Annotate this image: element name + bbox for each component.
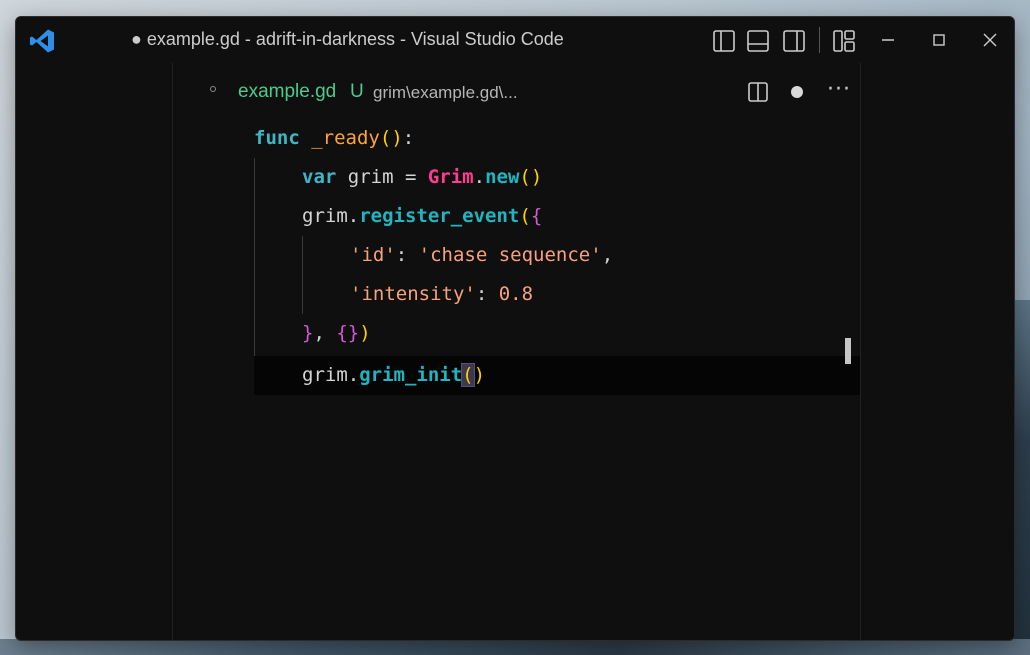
- editor-pane: example.gd U grim\example.gd\... ··· fun…: [172, 63, 860, 640]
- desktop-background-bottom: [0, 639, 1030, 655]
- code-line-2: var grim = Grim.new(): [302, 166, 543, 188]
- maximize-icon[interactable]: [925, 27, 953, 53]
- toggle-secondary-sidebar-icon[interactable]: [782, 29, 806, 53]
- minimize-icon[interactable]: [874, 27, 902, 53]
- minimap-divider: [860, 63, 861, 640]
- code-line-5: 'intensity': 0.8: [350, 283, 534, 305]
- dirty-dot-icon[interactable]: [791, 86, 803, 98]
- editor-tab[interactable]: example.gd U grim\example.gd\... ···: [172, 63, 860, 119]
- git-status-badge: U: [350, 81, 364, 102]
- code-line-6: }, {}): [302, 322, 371, 344]
- window-title: ● example.gd - adrift-in-darkness - Visu…: [131, 29, 564, 49]
- code-line-3: grim.register_event({: [302, 205, 543, 227]
- toggle-primary-sidebar-icon[interactable]: [712, 29, 736, 53]
- split-editor-icon[interactable]: [747, 81, 769, 103]
- code-line-4: 'id': 'chase sequence',: [350, 244, 614, 266]
- toggle-panel-icon[interactable]: [746, 29, 770, 53]
- customize-layout-icon[interactable]: [832, 29, 856, 53]
- tab-path: grim\example.gd\...: [373, 83, 518, 102]
- code-line-7: grim.grim_init(): [302, 363, 486, 387]
- close-icon[interactable]: [976, 27, 1004, 53]
- more-actions-icon[interactable]: ···: [827, 77, 851, 102]
- scrollbar-thumb[interactable]: [845, 338, 851, 364]
- indent-guide: [302, 236, 303, 314]
- unsaved-indicator-icon: [210, 86, 216, 92]
- vscode-window: ● example.gd - adrift-in-darkness - Visu…: [15, 16, 1015, 641]
- tab-filename[interactable]: example.gd: [238, 81, 336, 103]
- titlebar-separator: [819, 27, 820, 53]
- code-line-1: func _ready():: [254, 127, 415, 149]
- title-bar: ● example.gd - adrift-in-darkness - Visu…: [16, 17, 1014, 63]
- vscode-logo-icon: [30, 29, 54, 53]
